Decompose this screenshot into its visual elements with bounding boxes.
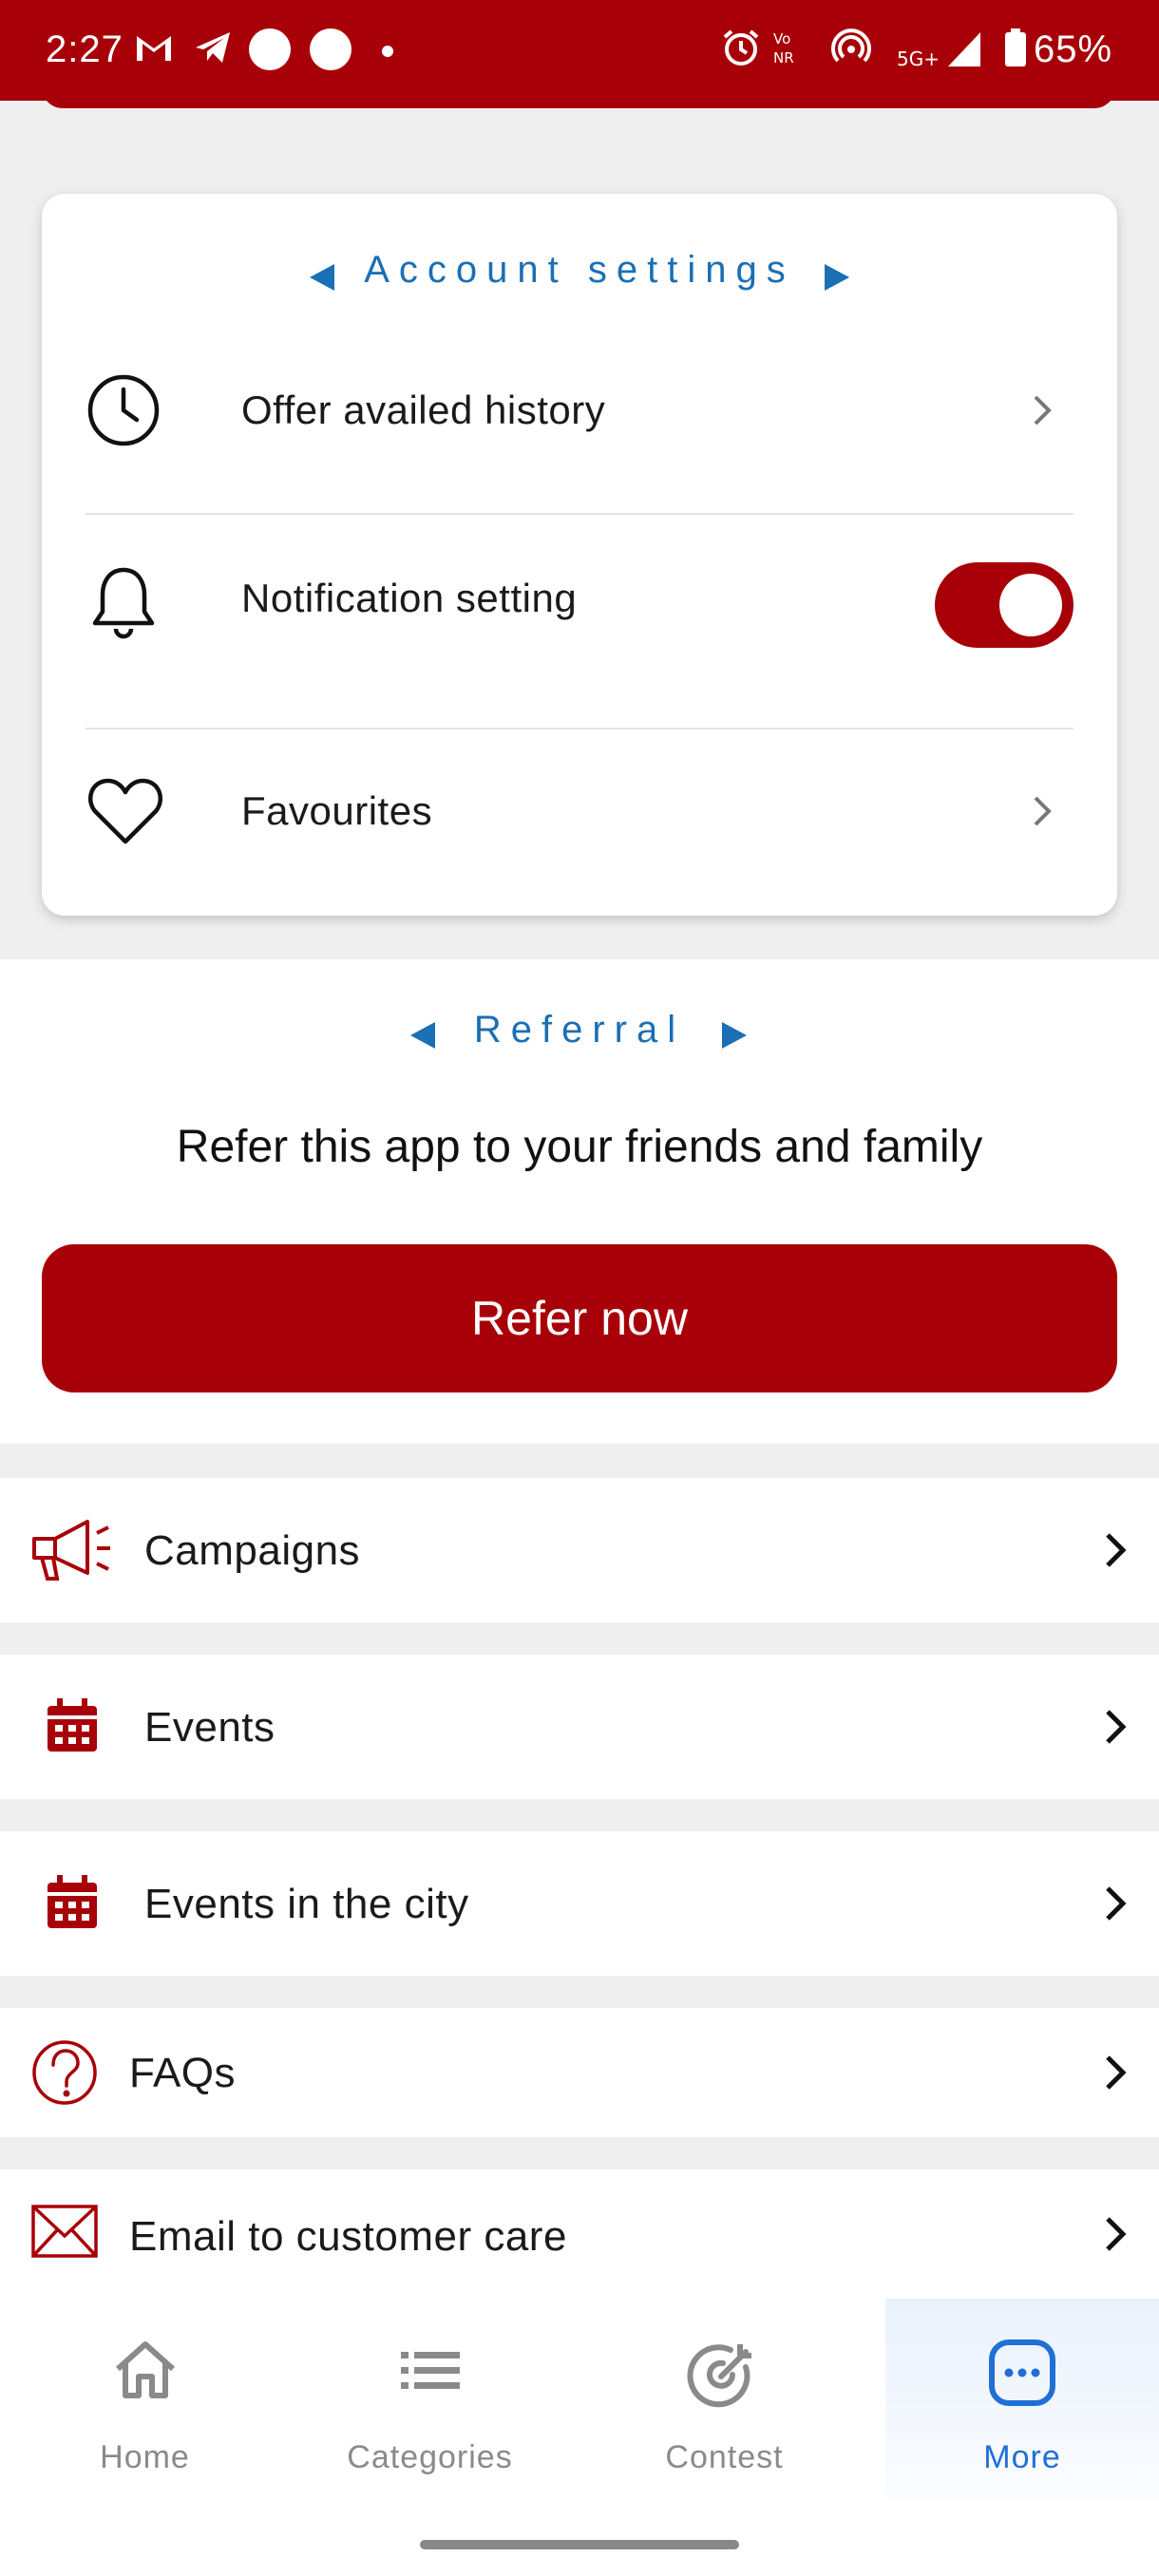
clock-icon	[87, 374, 160, 446]
nav-more-label: More	[983, 2439, 1061, 2475]
triangle-left-icon	[310, 264, 334, 291]
triangle-left-icon	[410, 1022, 435, 1049]
account-settings-title: Account settings	[42, 249, 1117, 292]
referral-description: Refer this app to your friends and famil…	[176, 1122, 983, 1172]
svg-text:NR: NR	[773, 49, 794, 66]
battery-icon	[1005, 28, 1026, 66]
refer-now-button[interactable]: Refer now	[42, 1244, 1117, 1392]
volte-icon: Vo NR	[773, 30, 794, 66]
bell-icon	[92, 567, 155, 639]
envelope-icon	[31, 2205, 98, 2258]
gmail-icon	[137, 36, 171, 61]
bottom-navigation: Home Categories Contest More	[0, 2299, 1159, 2576]
offer-availed-history-label: Offer availed history	[241, 388, 606, 432]
chevron-right-icon	[1106, 1710, 1127, 1744]
menu-item-campaigns[interactable]: Campaigns	[0, 1478, 1159, 1622]
chevron-right-icon	[1034, 395, 1052, 426]
referral-section: Referral Refer this app to your friends …	[0, 959, 1159, 1444]
list-icon	[400, 2352, 460, 2389]
chevron-right-icon	[1034, 796, 1052, 826]
calendar-icon	[48, 1875, 97, 1928]
favourites-row[interactable]: Favourites	[86, 739, 1074, 929]
nav-home[interactable]: Home	[0, 2299, 290, 2498]
triangle-right-icon	[825, 264, 849, 291]
menu-label: Events in the city	[144, 1881, 469, 1927]
notification-setting-row: Notification setting	[86, 528, 1074, 718]
nav-categories-label: Categories	[347, 2439, 513, 2475]
menu-item-events-in-the-city[interactable]: Events in the city	[0, 1831, 1159, 1976]
home-indicator[interactable]	[420, 2540, 739, 2549]
chevron-right-icon	[1106, 1886, 1127, 1921]
hotspot-icon	[831, 28, 871, 63]
more-icon	[989, 2339, 1055, 2406]
nav-more[interactable]: More	[885, 2299, 1159, 2498]
svg-text:Vo: Vo	[773, 30, 790, 47]
telegram-icon	[196, 32, 230, 63]
menu-label: Campaigns	[144, 1527, 361, 1574]
favourites-label: Favourites	[241, 788, 433, 833]
nav-contest-label: Contest	[665, 2439, 784, 2475]
network-type: 5G+	[897, 47, 940, 70]
chevron-right-icon	[1106, 2055, 1127, 2090]
alarm-icon	[723, 29, 759, 66]
question-icon	[32, 2040, 97, 2105]
chevron-right-icon	[1106, 2217, 1127, 2251]
status-bar: 2:27 Vo NR 5G+ 65%	[0, 0, 1159, 101]
target-icon	[686, 2344, 751, 2408]
menu-label: Events	[144, 1704, 276, 1751]
calendar-icon	[48, 1698, 97, 1752]
header-strip	[42, 87, 1115, 108]
offer-availed-history-row[interactable]: Offer availed history	[86, 334, 1074, 524]
toggle-knob	[999, 574, 1062, 636]
heart-icon	[88, 778, 162, 844]
menu-item-email-customer-care[interactable]: Email to customer care	[0, 2169, 1159, 2299]
menu-item-events[interactable]: Events	[0, 1655, 1159, 1799]
notification-setting-label: Notification setting	[241, 576, 578, 620]
chevron-right-icon	[1106, 1533, 1127, 1567]
nav-categories[interactable]: Categories	[285, 2299, 575, 2498]
home-icon	[115, 2341, 175, 2398]
notification-dot-icon	[310, 28, 352, 70]
notification-toggle[interactable]	[935, 562, 1074, 648]
status-time: 2:27	[46, 28, 124, 70]
triangle-right-icon	[722, 1022, 747, 1049]
notification-dot-icon	[249, 28, 291, 70]
account-settings-card: Account settings Offer availed history N…	[42, 194, 1117, 916]
divider	[86, 513, 1074, 515]
menu-item-faqs[interactable]: FAQs	[0, 2008, 1159, 2137]
divider	[86, 728, 1074, 729]
megaphone-icon	[32, 1520, 110, 1581]
battery-percentage: 65%	[1034, 28, 1113, 70]
more-notifications-icon	[382, 46, 393, 57]
menu-label: Email to customer care	[129, 2213, 567, 2260]
menu-label: FAQs	[129, 2050, 237, 2096]
signal-icon	[948, 32, 980, 66]
nav-contest[interactable]: Contest	[580, 2299, 869, 2498]
referral-title: Referral	[0, 1009, 1159, 1051]
nav-home-label: Home	[100, 2439, 190, 2475]
